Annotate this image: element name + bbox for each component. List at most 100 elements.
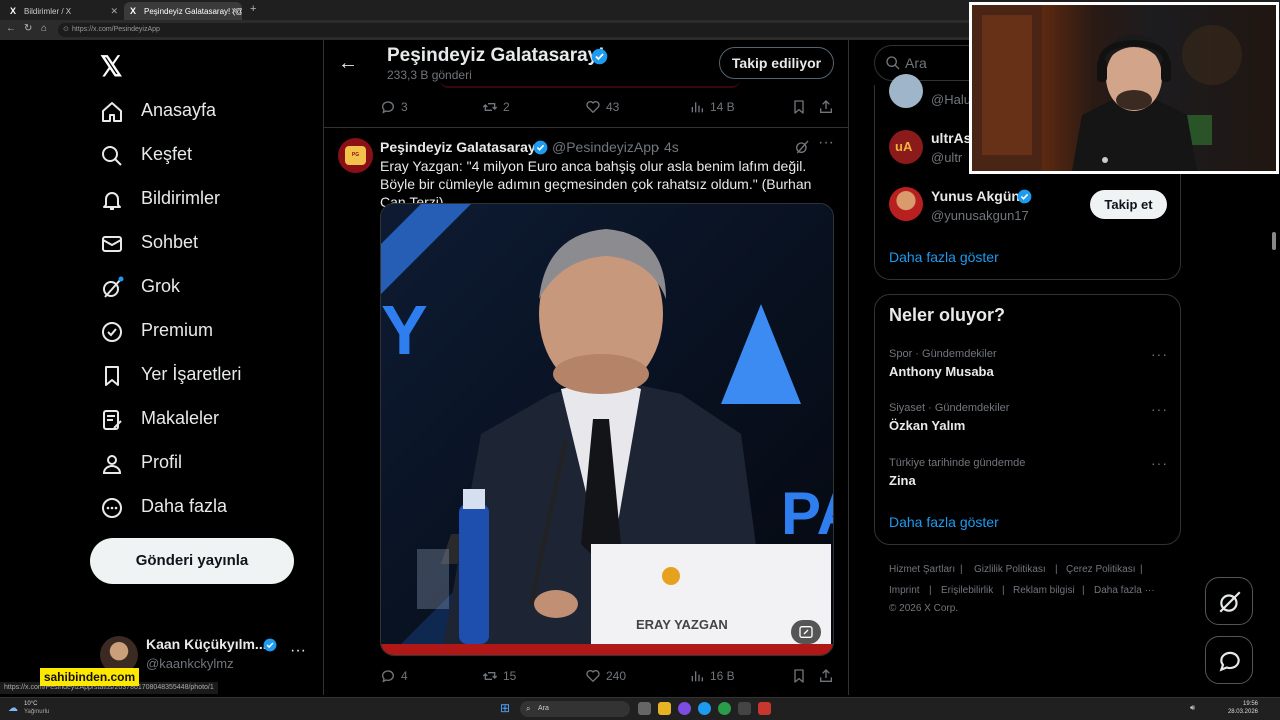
- trend-name[interactable]: Özkan Yalım: [889, 418, 965, 433]
- share-button[interactable]: [818, 668, 834, 684]
- back-arrow-icon[interactable]: ←: [6, 23, 16, 34]
- bookmark-button[interactable]: [791, 99, 807, 115]
- post-button[interactable]: Gönderi yayınla: [90, 538, 294, 584]
- discord-icon[interactable]: [678, 702, 691, 715]
- sidebar-item-label: Grok: [141, 276, 181, 296]
- sidebar-item-premium[interactable]: Premium: [100, 317, 213, 347]
- sidebar-item-label: Keşfet: [141, 144, 193, 164]
- sidebar-item-explore[interactable]: Keşfet: [100, 141, 192, 171]
- site-info-icon[interactable]: ⊙: [63, 25, 69, 33]
- sidebar-item-profile[interactable]: Profil: [100, 449, 182, 479]
- trend-name[interactable]: Zina: [889, 473, 916, 488]
- reload-icon[interactable]: ↻: [24, 23, 32, 34]
- avatar[interactable]: [889, 74, 923, 108]
- task-view-icon[interactable]: [638, 702, 651, 715]
- close-tab-icon[interactable]: ✕: [110, 6, 118, 17]
- sidebar-item-messages[interactable]: Sohbet: [100, 229, 198, 259]
- browser-tab-profile[interactable]: X Peşindeyiz Galatasaray! (@Pesinde ✕: [124, 2, 242, 20]
- tweet-author-name[interactable]: Peşindeyiz Galatasaray!: [380, 139, 540, 155]
- reply-button[interactable]: 4: [380, 668, 408, 684]
- tweet-divider: [324, 127, 848, 128]
- grok-icon: [103, 276, 124, 298]
- trend-more-icon[interactable]: ···: [1151, 455, 1168, 471]
- taskbar-date[interactable]: 28.03.2026: [1226, 709, 1258, 715]
- avatar[interactable]: [889, 187, 923, 221]
- edit-image-icon: [799, 626, 813, 638]
- sidebar-item-notifications[interactable]: Bildirimler: [100, 185, 220, 215]
- user-handle[interactable]: @Halu: [931, 92, 971, 107]
- heart-icon: [586, 101, 600, 113]
- grok-icon[interactable]: [794, 139, 810, 155]
- verified-badge-icon: [1017, 189, 1032, 204]
- chrome-icon[interactable]: [718, 702, 731, 715]
- footer-link[interactable]: Erişilebilirlik: [941, 585, 993, 596]
- ultras-logo: uA: [895, 139, 913, 154]
- sidebar-item-more[interactable]: Daha fazla: [100, 493, 227, 523]
- taskbar-search[interactable]: ⌕ Ara: [520, 701, 630, 717]
- sidebar-item-home[interactable]: Anasayfa: [100, 97, 216, 127]
- footer-link[interactable]: Imprint: [889, 585, 920, 596]
- sidebar-item-grok[interactable]: Grok: [100, 273, 180, 303]
- taskbar-time[interactable]: 19:56: [1226, 701, 1258, 707]
- image-edit-button[interactable]: [791, 620, 821, 644]
- url-input[interactable]: ⊙ https://x.com/PesindeyizApp: [58, 23, 978, 37]
- user-handle[interactable]: @ultr: [931, 150, 962, 165]
- tweet-avatar[interactable]: PG: [338, 138, 373, 173]
- footer-link[interactable]: Hizmet Şartları: [889, 564, 955, 575]
- footer-link[interactable]: Gizlilik Politikası: [974, 564, 1046, 575]
- like-button[interactable]: 43: [585, 99, 619, 115]
- trend-name[interactable]: Anthony Musaba: [889, 364, 994, 379]
- more-icon[interactable]: ···: [290, 642, 306, 660]
- repost-button[interactable]: 2: [482, 99, 510, 115]
- trend-more-icon[interactable]: ···: [1151, 401, 1168, 417]
- following-button[interactable]: Takip ediliyor: [719, 47, 834, 79]
- tweet-author-handle[interactable]: @PesindeyizApp: [552, 139, 659, 155]
- browser-tab-notifications[interactable]: X Bildirimler / X ✕: [4, 2, 122, 20]
- app-icon[interactable]: [758, 702, 771, 715]
- bookmark-icon: [794, 100, 804, 114]
- tweet-more-icon[interactable]: ···: [818, 134, 834, 152]
- separator-dot: ·: [656, 139, 661, 155]
- trend-category: Türkiye tarihinde gündemde: [889, 457, 1026, 469]
- avatar[interactable]: uA: [889, 130, 923, 164]
- previous-media-edge: [440, 80, 740, 88]
- user-handle[interactable]: @yunusakgun17: [931, 208, 1029, 223]
- trend-category: Spor · Gündemdekiler: [889, 348, 997, 360]
- back-button[interactable]: ←: [338, 52, 358, 75]
- file-explorer-icon[interactable]: [658, 702, 671, 715]
- follow-button[interactable]: Takip et: [1090, 190, 1167, 219]
- views-button[interactable]: 14 B: [689, 99, 735, 115]
- user-name[interactable]: ultrAs: [931, 130, 971, 146]
- show-more-link[interactable]: Daha fazla göster: [889, 514, 999, 530]
- x-logo[interactable]: 𝕏: [100, 50, 123, 83]
- home-icon[interactable]: ⌂: [41, 23, 47, 34]
- store-icon[interactable]: [738, 702, 751, 715]
- article-icon: [103, 410, 122, 430]
- tweet-photo[interactable]: Y PA ERAY YAZGAN: [380, 203, 834, 656]
- repost-button[interactable]: 15: [482, 668, 516, 684]
- bookmark-button[interactable]: [791, 668, 807, 684]
- user-name[interactable]: Yunus Akgün: [931, 188, 1020, 204]
- show-more-link[interactable]: Daha fazla göster: [889, 249, 999, 265]
- close-tab-icon[interactable]: ✕: [230, 6, 238, 17]
- volume-icon[interactable]: 🔊︎: [1190, 703, 1195, 713]
- reply-icon: [382, 670, 394, 683]
- new-tab-button[interactable]: +: [250, 3, 256, 15]
- footer-link[interactable]: Daha fazla ···: [1094, 585, 1155, 596]
- like-button[interactable]: 240: [585, 668, 626, 684]
- sidebar-item-bookmarks[interactable]: Yer İşaretleri: [100, 361, 241, 391]
- footer-link[interactable]: Reklam bilgisi: [1013, 585, 1075, 596]
- windows-start-icon[interactable]: ⊞: [500, 701, 510, 715]
- scrollbar-thumb[interactable]: [1272, 232, 1276, 250]
- footer-link[interactable]: Çerez Politikası: [1066, 564, 1135, 575]
- views-button[interactable]: 16 B: [689, 668, 735, 684]
- edge-icon[interactable]: [698, 702, 711, 715]
- messages-float-button[interactable]: [1205, 636, 1253, 684]
- share-button[interactable]: [818, 99, 834, 115]
- grok-float-button[interactable]: [1205, 577, 1253, 625]
- trend-more-icon[interactable]: ···: [1151, 346, 1168, 362]
- sidebar-item-label: Yer İşaretleri: [141, 364, 242, 384]
- reply-button[interactable]: 3: [380, 99, 408, 115]
- tweet-time[interactable]: 4s: [664, 139, 679, 155]
- sidebar-item-articles[interactable]: Makaleler: [100, 405, 219, 435]
